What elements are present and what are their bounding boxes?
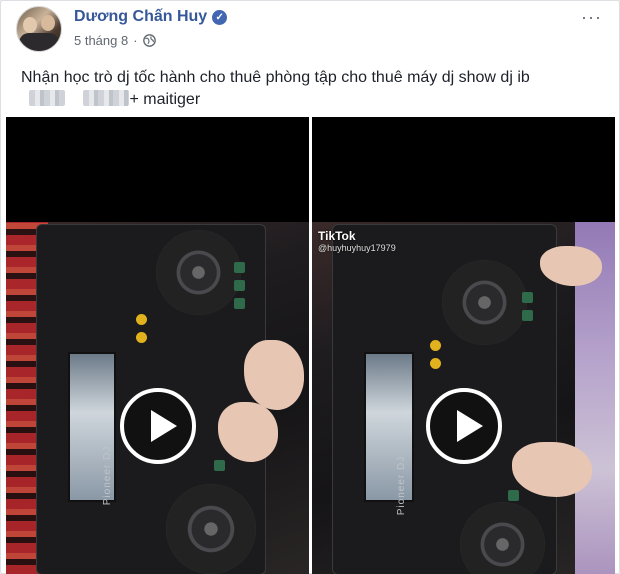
pad — [234, 262, 245, 273]
post-header: Dương Chấn Huy ✓ 5 tháng 8 · ··· — [16, 6, 609, 52]
video-thumbnail-2[interactable]: Pioneer DJ TikTok @huyhuyhuy17979 — [312, 117, 615, 574]
post-text: Nhận học trò dj tốc hành cho thuê phòng … — [21, 67, 601, 111]
pad — [508, 490, 519, 501]
verified-badge-icon: ✓ — [212, 9, 228, 25]
tiktok-handle: @huyhuyhuy17979 — [318, 243, 396, 253]
pad — [234, 280, 245, 291]
tiktok-logo: TikTok — [318, 229, 356, 243]
author-avatar[interactable] — [16, 6, 62, 52]
brand-label: Pioneer DJ — [396, 455, 408, 516]
post-text-tail: + maitiger — [129, 91, 201, 108]
pad — [136, 332, 147, 343]
media-gallery: Pioneer DJ Pioneer DJ TikTok @huyhuyhuy1… — [6, 117, 616, 574]
pad — [234, 298, 245, 309]
pad — [522, 292, 533, 303]
facebook-post: Dương Chấn Huy ✓ 5 tháng 8 · ··· Nhận họ… — [0, 0, 620, 574]
tiktok-watermark: TikTok @huyhuyhuy17979 — [318, 229, 396, 253]
pad — [430, 358, 441, 369]
pad — [214, 460, 225, 471]
pad — [430, 340, 441, 351]
author-row: Dương Chấn Huy ✓ — [74, 8, 228, 26]
pad — [136, 314, 147, 325]
jog-wheel-bottom — [166, 484, 256, 574]
pad — [522, 310, 533, 321]
play-icon[interactable] — [425, 388, 502, 464]
jog-wheel-top — [156, 230, 241, 315]
brand-label: Pioneer DJ — [102, 445, 114, 506]
post-meta: 5 tháng 8 · — [74, 33, 156, 48]
redacted-phone-part1 — [29, 90, 65, 106]
globe-icon[interactable] — [142, 34, 156, 47]
meta-separator: · — [133, 33, 138, 48]
author-name[interactable]: Dương Chấn Huy — [74, 8, 207, 26]
post-text-line1: Nhận học trò dj tốc hành cho thuê phòng … — [21, 69, 530, 86]
more-options-icon[interactable]: ··· — [581, 8, 601, 26]
post-text-line2: + maitiger — [21, 89, 601, 111]
video-thumbnail-1[interactable]: Pioneer DJ — [6, 117, 309, 574]
jog-wheel-top — [442, 260, 527, 345]
redacted-phone-part2 — [83, 90, 130, 106]
play-icon[interactable] — [119, 388, 196, 464]
post-date[interactable]: 5 tháng 8 — [74, 33, 128, 48]
